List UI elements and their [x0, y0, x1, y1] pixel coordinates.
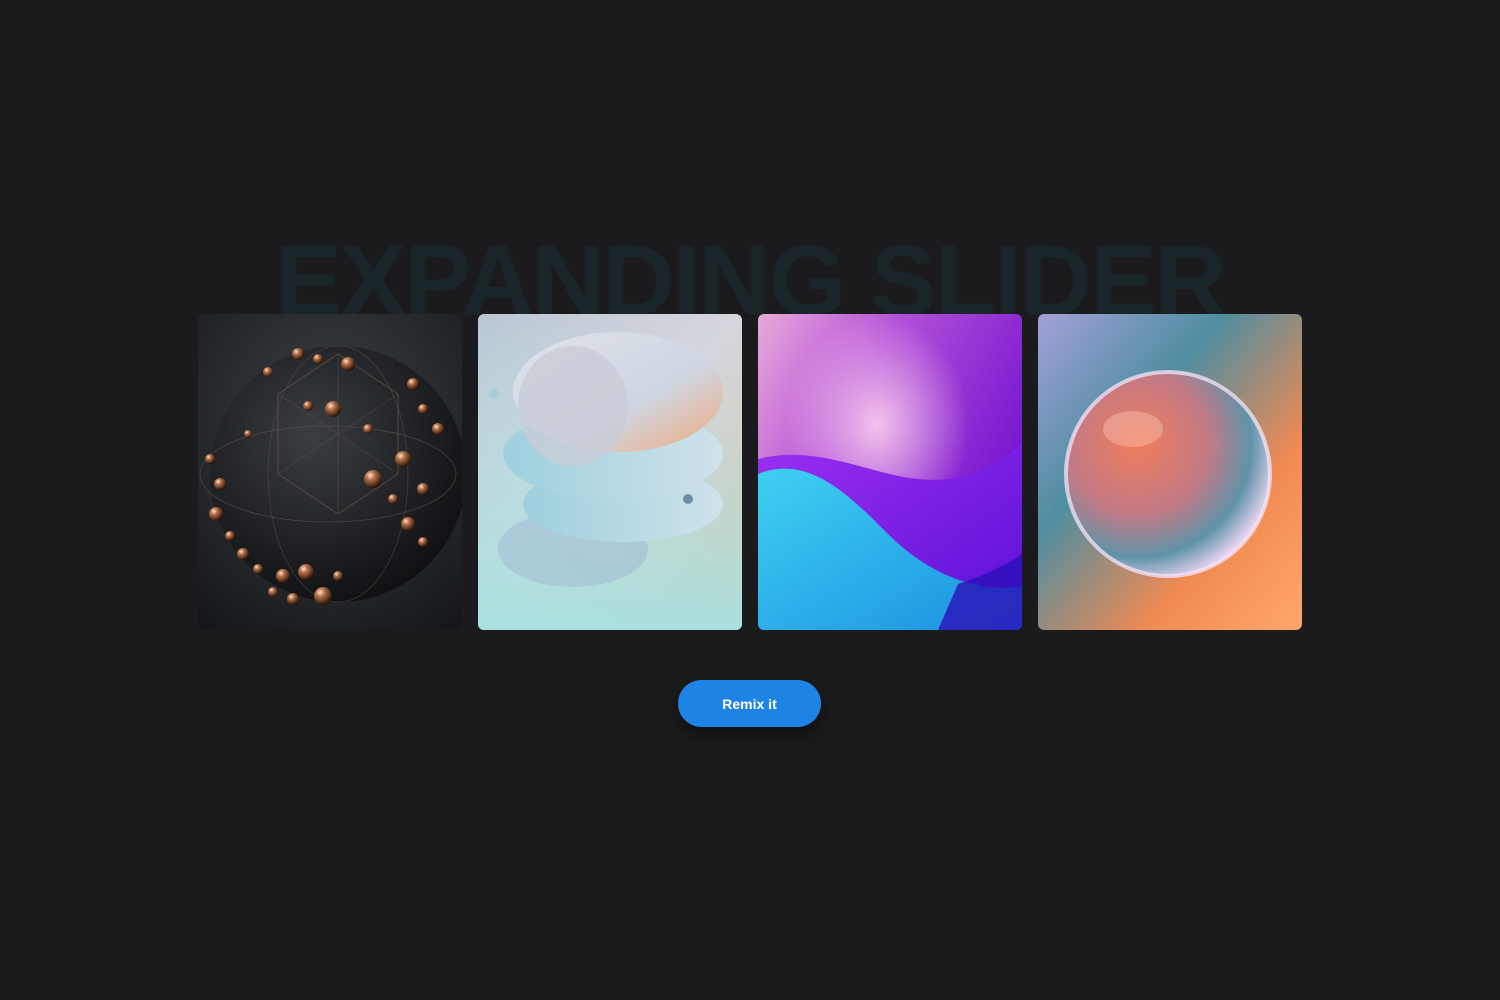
remix-button[interactable]: Remix it — [678, 680, 821, 727]
page: EXPANDING SLIDER Remix it — [0, 0, 1500, 1000]
card-3-image — [758, 314, 1022, 630]
slider-card-4[interactable] — [1038, 314, 1302, 630]
slider-card-2[interactable] — [478, 314, 742, 630]
slider-card-1[interactable] — [198, 314, 462, 630]
card-1-image — [198, 314, 462, 630]
card-2-image — [478, 314, 742, 630]
expanding-slider — [198, 314, 1302, 630]
slider-card-3[interactable] — [758, 314, 1022, 630]
card-4-image — [1038, 314, 1302, 630]
